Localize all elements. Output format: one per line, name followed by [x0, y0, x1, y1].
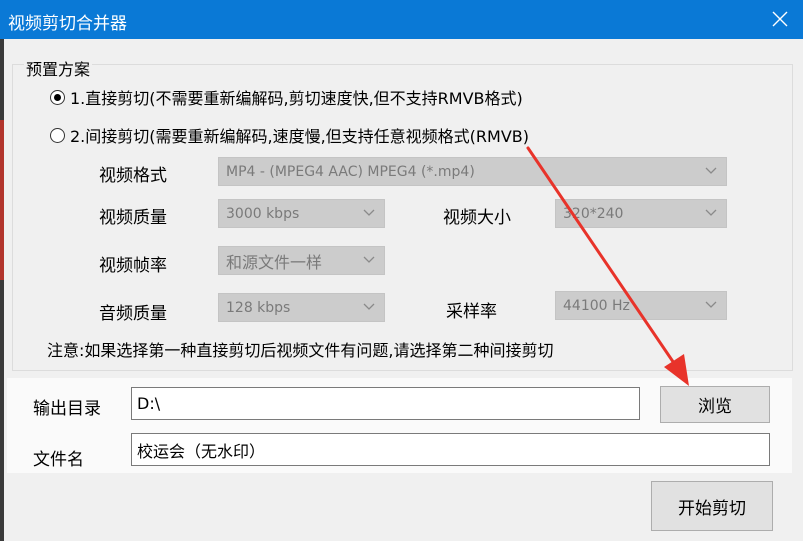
frame-rate-label: 视频帧率	[99, 256, 167, 276]
note-text: 注意:如果选择第一种直接剪切后视频文件有问题,请选择第二种间接剪切	[47, 341, 554, 360]
video-quality-label: 视频质量	[99, 208, 167, 228]
left-window-edge-accent	[0, 120, 4, 280]
video-size-select[interactable]: 320*240	[555, 199, 727, 228]
output-dir-label: 输出目录	[33, 399, 101, 419]
output-dir-input[interactable]: D:\	[131, 387, 640, 420]
close-button[interactable]	[757, 0, 803, 39]
radio-indirect-cut[interactable]: 2.间接剪切(需要重新编解码,速度慢,但支持任意视频格式(RMVB)	[50, 123, 529, 147]
filename-value: 校运会（无水印）	[137, 441, 266, 461]
radio-button-checked[interactable]	[50, 89, 65, 105]
filename-input[interactable]: 校运会（无水印）	[131, 433, 770, 466]
frame-rate-value: 和源文件一样	[226, 252, 323, 272]
video-quality-value: 3000 kbps	[226, 205, 300, 222]
output-dir-value: D:\	[137, 394, 161, 413]
radio-direct-cut-label: 1.直接剪切(不需要重新编解码,剪切速度快,但不支持RMVB格式)	[70, 89, 523, 108]
sample-rate-label: 采样率	[446, 302, 497, 322]
video-size-label: 视频大小	[443, 208, 511, 228]
chevron-down-icon	[705, 301, 717, 308]
chevron-down-icon	[363, 209, 375, 216]
chevron-down-icon	[363, 256, 375, 263]
radio-direct-cut[interactable]: 1.直接剪切(不需要重新编解码,剪切速度快,但不支持RMVB格式)	[50, 85, 523, 109]
radio-button-unchecked[interactable]	[50, 127, 65, 143]
close-icon	[772, 11, 788, 27]
video-format-value: MP4 - (MPEG4 AAC) MPEG4 (*.mp4)	[226, 163, 475, 180]
audio-quality-select[interactable]: 128 kbps	[218, 293, 385, 322]
chevron-down-icon	[705, 209, 717, 216]
video-format-label: 视频格式	[99, 166, 167, 186]
video-size-value: 320*240	[563, 205, 624, 222]
chevron-down-icon	[363, 303, 375, 310]
preset-legend: 预置方案	[24, 56, 93, 80]
sample-rate-value: 44100 Hz	[563, 297, 630, 314]
radio-indirect-cut-label: 2.间接剪切(需要重新编解码,速度慢,但支持任意视频格式(RMVB)	[70, 127, 530, 146]
frame-rate-select[interactable]: 和源文件一样	[218, 246, 385, 275]
title-bar: 视频剪切合并器	[0, 0, 803, 39]
sample-rate-select[interactable]: 44100 Hz	[555, 291, 727, 320]
filename-label: 文件名	[33, 450, 84, 470]
video-format-select[interactable]: MP4 - (MPEG4 AAC) MPEG4 (*.mp4)	[218, 157, 727, 186]
audio-quality-label: 音频质量	[99, 304, 167, 324]
audio-quality-value: 128 kbps	[226, 299, 291, 316]
video-quality-select[interactable]: 3000 kbps	[218, 199, 385, 228]
chevron-down-icon	[705, 167, 717, 174]
window-title: 视频剪切合并器	[8, 14, 127, 34]
browse-button[interactable]: 浏览	[660, 386, 770, 423]
left-window-edge	[0, 39, 4, 541]
start-cut-button[interactable]: 开始剪切	[651, 481, 773, 531]
